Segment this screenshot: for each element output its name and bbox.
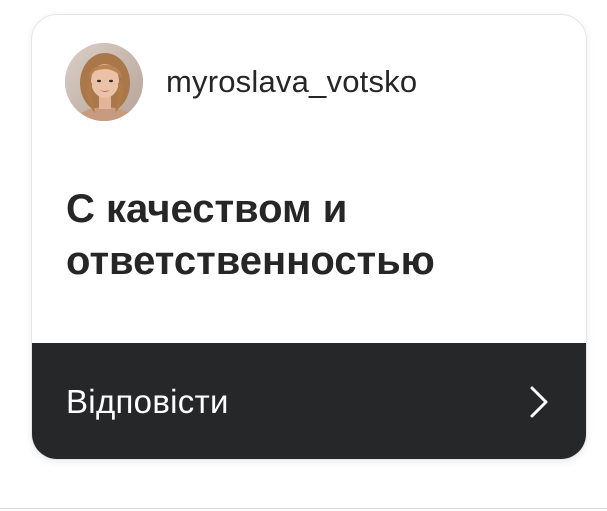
page: myroslava_votsko С качеством и ответстве… [0, 0, 607, 511]
reply-button-label: Відповісти [66, 383, 229, 420]
reply-button[interactable]: Відповісти [32, 343, 586, 459]
avatar-image [65, 43, 143, 121]
chevron-right-icon [530, 386, 548, 418]
message-text: С качеством и ответственностью [66, 187, 435, 283]
avatar[interactable] [65, 43, 143, 121]
story-reply-card: myroslava_votsko С качеством и ответстве… [31, 14, 587, 460]
username[interactable]: myroslava_votsko [166, 64, 417, 100]
card-header: myroslava_votsko [65, 43, 417, 121]
divider [0, 508, 607, 509]
